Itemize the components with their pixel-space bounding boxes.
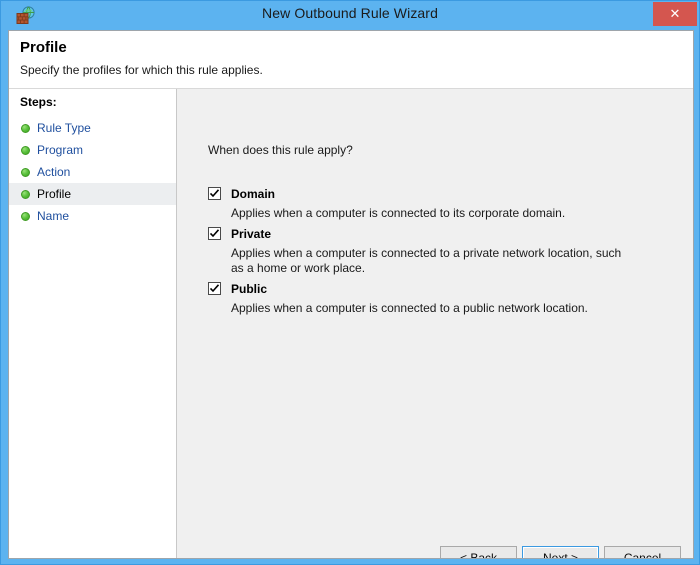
public-checkbox[interactable] [208,282,221,295]
rule-apply-question: When does this rule apply? [208,143,353,157]
page-title: Profile [20,39,67,56]
wizard-window: New Outbound Rule Wizard ✕ Profile Speci… [0,0,700,565]
domain-checkbox-row[interactable]: Domain [208,185,668,205]
next-button[interactable]: Next > [522,546,599,558]
sidebar-item-action[interactable]: Action [9,161,176,183]
profile-option-private: Private Applies when a computer is conne… [208,225,668,276]
step-bullet-icon [21,124,30,133]
domain-checkbox[interactable] [208,187,221,200]
public-description: Applies when a computer is connected to … [231,301,588,315]
private-label: Private [231,227,272,241]
content-pane: When does this rule apply? Domain Applie… [177,89,693,558]
public-label: Public [231,282,268,296]
step-bullet-icon [21,212,30,221]
sidebar-item-label: Rule Type [37,121,91,135]
profile-option-domain: Domain Applies when a computer is connec… [208,185,668,221]
wizard-buttons: < Back Next > Cancel [177,546,693,558]
sidebar-item-profile[interactable]: Profile [9,183,176,205]
page-subtitle: Specify the profiles for which this rule… [20,63,263,77]
public-checkbox-row[interactable]: Public [208,280,668,300]
steps-label: Steps: [20,95,57,109]
page-header: Profile Specify the profiles for which t… [9,31,693,89]
domain-label: Domain [231,187,276,201]
step-bullet-icon [21,190,30,199]
client-area: Profile Specify the profiles for which t… [8,30,694,559]
sidebar-item-label: Profile [37,187,72,201]
close-icon[interactable]: ✕ [653,2,697,26]
cancel-button[interactable]: Cancel [604,546,681,558]
title-bar: New Outbound Rule Wizard ✕ [1,1,699,30]
steps-list: Rule Type Program Action Profile Name [9,117,176,227]
sidebar-item-label: Name [37,209,70,223]
private-description: Applies when a computer is connected to … [231,246,622,275]
steps-sidebar: Steps: Rule Type Program Action Profile [9,89,177,558]
private-checkbox-row[interactable]: Private [208,225,668,245]
profile-options-group: Domain Applies when a computer is connec… [208,185,668,320]
private-checkbox[interactable] [208,227,221,240]
sidebar-item-label: Action [37,165,71,179]
window-title: New Outbound Rule Wizard [262,5,438,21]
profile-option-public: Public Applies when a computer is connec… [208,280,668,316]
step-bullet-icon [21,168,30,177]
sidebar-item-name[interactable]: Name [9,205,176,227]
sidebar-item-program[interactable]: Program [9,139,176,161]
back-button[interactable]: < Back [440,546,517,558]
sidebar-item-rule-type[interactable]: Rule Type [9,117,176,139]
sidebar-item-label: Program [37,143,84,157]
domain-description: Applies when a computer is connected to … [231,206,566,220]
step-bullet-icon [21,146,30,155]
